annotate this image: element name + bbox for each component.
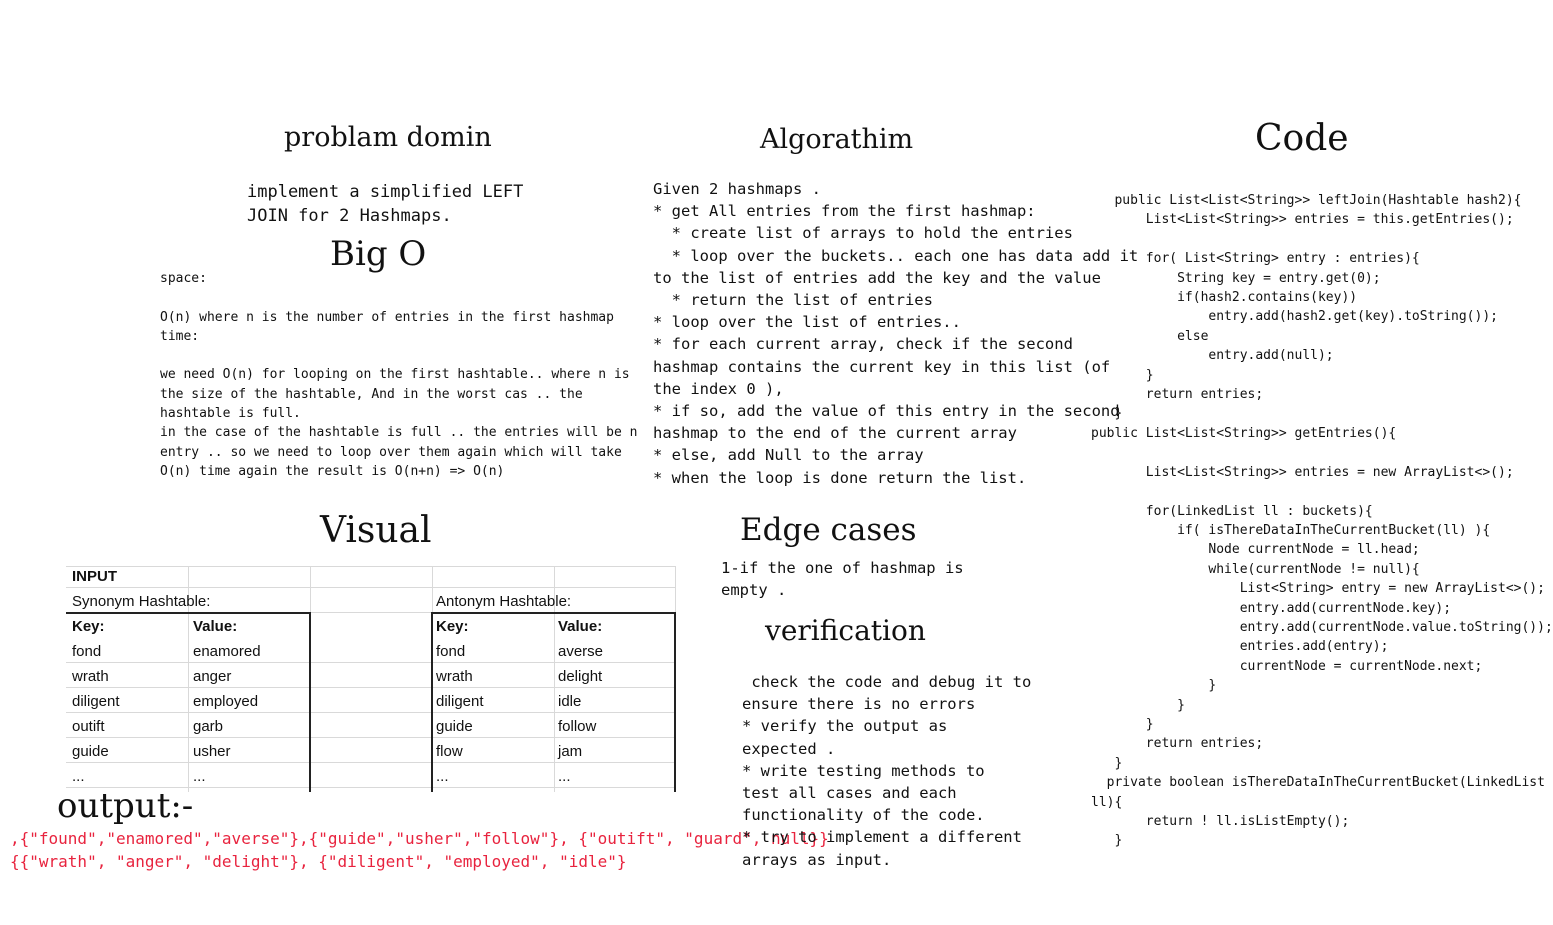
synonym-value-cell: ...: [193, 768, 206, 785]
antonym-key-cell: fond: [436, 643, 466, 660]
problem-description: implement a simplified LEFT JOIN for 2 H…: [247, 182, 524, 226]
synonym-caption: Synonym Hashtable:: [72, 593, 211, 610]
antonym-table-border: [674, 612, 676, 792]
verification-heading: verification: [765, 614, 926, 647]
antonym-caption: Antonym Hashtable:: [436, 593, 572, 610]
problem-domain-heading: problam domin: [284, 122, 492, 153]
antonym-value-cell: averse: [558, 643, 604, 660]
antonym-key-cell: diligent: [436, 693, 484, 710]
synonym-key-header: Key:: [72, 618, 105, 635]
antonym-value-cell: follow: [558, 718, 597, 735]
algorithm-steps: Given 2 hashmaps . * get All entries fro…: [653, 180, 1139, 487]
output-heading: output:-: [57, 786, 194, 826]
synonym-key-cell: ...: [72, 768, 85, 785]
grid-line: [66, 566, 676, 567]
antonym-key-cell: guide: [436, 718, 473, 735]
synonym-value-header: Value:: [193, 618, 238, 635]
big-o-analysis: space: O(n) where n is the number of ent…: [160, 271, 638, 479]
verification-text: check the code and debug it to ensure th…: [742, 673, 1032, 869]
synonym-key-cell: fond: [72, 643, 102, 660]
antonym-key-cell: flow: [436, 743, 463, 760]
edge-cases-heading: Edge cases: [740, 512, 917, 548]
antonym-value-cell: delight: [558, 668, 603, 685]
input-label: INPUT: [72, 568, 117, 585]
synonym-key-cell: wrath: [72, 668, 109, 685]
antonym-table-border: [431, 612, 433, 792]
big-o-heading: Big O: [330, 234, 427, 274]
input-spreadsheet: INPUT Synonym Hashtable: Antonym Hashtab…: [66, 566, 676, 792]
grid-line: [66, 762, 676, 763]
antonym-value-cell: jam: [558, 743, 583, 760]
synonym-value-cell: anger: [193, 668, 232, 685]
grid-line: [66, 662, 676, 663]
grid-line: [66, 712, 676, 713]
antonym-key-header: Key:: [436, 618, 469, 635]
synonym-key-cell: guide: [72, 743, 109, 760]
antonym-value-cell: idle: [558, 693, 582, 710]
synonym-value-cell: usher: [193, 743, 231, 760]
synonym-table-border: [66, 612, 310, 614]
synonym-key-cell: diligent: [72, 693, 120, 710]
code-heading: Code: [1255, 118, 1349, 159]
code-listing: public List<List<String>> leftJoin(Hasht…: [1091, 193, 1553, 849]
visual-heading: Visual: [320, 510, 432, 551]
synonym-value-cell: employed: [193, 693, 259, 710]
antonym-value-cell: ...: [558, 768, 571, 785]
output-result: ,{"found","enamored","averse"},{"guide",…: [10, 829, 829, 871]
synonym-table-border: [309, 612, 311, 792]
grid-line: [66, 587, 676, 588]
antonym-table-border: [431, 612, 675, 614]
grid-line: [66, 737, 676, 738]
antonym-key-cell: ...: [436, 768, 449, 785]
algorithm-heading: Algorathim: [760, 124, 914, 155]
synonym-value-cell: enamored: [193, 643, 261, 660]
antonym-value-header: Value:: [558, 618, 603, 635]
synonym-value-cell: garb: [193, 718, 224, 735]
edge-cases-text: 1-if the one of hashmap is empty .: [721, 559, 964, 600]
antonym-key-cell: wrath: [436, 668, 473, 685]
synonym-key-cell: outift: [72, 718, 105, 735]
grid-line: [66, 687, 676, 688]
